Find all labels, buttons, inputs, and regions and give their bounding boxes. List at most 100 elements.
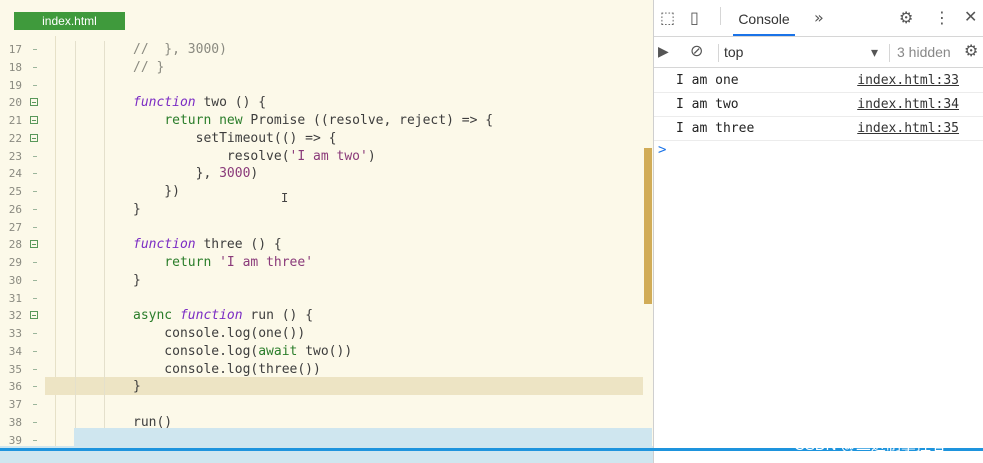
line-number: 37 [8,398,22,411]
indent-guide [75,200,76,219]
line-number: 22 [8,131,22,145]
editor-tab-strip: index.html [0,0,653,36]
fold-toggle-icon[interactable] [30,98,38,107]
indent-guide [75,254,76,272]
code-line[interactable]: 22 setTimeout(() => { [0,129,653,148]
indent-guide [104,342,105,361]
line-number: 23 [8,149,22,163]
inspect-element-icon[interactable]: ⬚ [660,10,675,26]
indent-guide [104,200,105,219]
indent-guide [104,378,105,397]
console-prompt[interactable]: > [658,142,666,158]
tab-console[interactable]: Console [733,0,795,36]
code-line[interactable]: 23 resolve('I am two') [0,147,653,166]
console-settings-gear-icon[interactable]: ⚙ [964,43,978,59]
code-text: async function run () { [133,308,314,324]
code-line[interactable]: 25 }) [0,183,653,201]
indent-guide [75,342,76,361]
scrollbar-thumb[interactable] [644,148,652,304]
code-text: } [133,379,141,395]
settings-gear-icon[interactable]: ⚙ [899,10,913,26]
code-text: console.log(one()) [133,326,306,341]
line-number: 36 [8,380,22,394]
indent-guide [75,378,76,397]
code-line[interactable]: 37 [0,396,653,414]
indent-guide [75,218,76,237]
code-text: }) [133,184,180,199]
console-filter-bar: ▶ ⊘ top ▾ 3 hidden ⚙ [654,37,983,68]
indent-guide [75,76,76,95]
fold-guide-tick [33,421,37,423]
code-line[interactable]: 20 function two () { [0,94,653,113]
indent-guide [75,165,76,184]
toolbar-separator [720,7,721,25]
context-select[interactable]: top ▾ [724,44,884,60]
fold-guide-tick [33,155,37,157]
indent-guide [104,271,105,290]
code-line[interactable]: 30} [0,271,653,290]
fold-guide-tick [33,368,37,370]
code-line[interactable]: 35 console.log(three()) [0,360,653,379]
code-line[interactable]: 26} [0,200,653,219]
indent-guide [75,41,76,59]
fold-guide-tick [33,226,37,228]
line-number: 33 [8,327,22,340]
fold-guide-tick [33,66,37,68]
fold-guide-tick [33,333,37,334]
indent-guide [104,183,105,201]
log-message: I am two [676,97,739,112]
indent-guide [104,289,105,308]
more-options-icon[interactable]: ⋮ [934,10,950,26]
indent-guide [75,289,76,308]
fold-toggle-icon[interactable] [30,116,38,124]
fold-guide-tick [33,49,37,50]
code-editor[interactable]: index.html 17 // }, 3000) 18 // } 19 20 functi… [0,0,653,463]
line-number: 24 [8,167,22,181]
code-line[interactable]: 18 // } [0,58,653,77]
device-toolbar-icon[interactable]: ▯ [690,10,699,26]
more-tabs-chevron-icon[interactable]: » [814,10,824,26]
console-log-row: I am two index.html:34 [654,93,983,117]
log-source-link[interactable]: index.html:33 [857,73,959,88]
log-message: I am three [676,121,755,136]
line-number: 17 [8,43,22,56]
fold-toggle-icon[interactable] [30,311,38,320]
clear-console-icon[interactable]: ⊘ [690,43,703,59]
code-line[interactable]: 21 return new Promise ((resolve, reject)… [0,112,653,130]
fold-guide-tick [33,262,37,263]
code-line[interactable]: 29 return 'I am three' [0,254,653,272]
indent-guide [75,58,76,77]
code-text: // }, 3000) [133,42,227,57]
code-text: } [133,201,141,217]
code-line[interactable]: 19 [0,76,653,95]
code-line[interactable]: 27 [0,218,653,237]
indent-guide [75,396,76,414]
close-icon[interactable]: ✕ [964,9,977,25]
code-text: }, 3000) [133,166,259,182]
log-source-link[interactable]: index.html:34 [857,97,959,112]
code-line[interactable]: 36} [0,378,653,397]
code-line[interactable]: 24 }, 3000) [0,165,653,184]
code-line[interactable]: 17 // }, 3000) [0,41,653,59]
file-tab-index-html[interactable]: index.html [14,12,125,30]
log-source-link[interactable]: index.html:35 [857,121,959,136]
fold-toggle-icon[interactable] [30,240,38,249]
indent-guide [104,325,105,343]
code-line[interactable]: 28 function three () { [0,236,653,255]
fold-guide-tick [33,404,37,405]
code-line[interactable]: 32 async function run () { [0,307,653,326]
fold-toggle-icon[interactable] [30,133,38,142]
console-log-row: I am three index.html:35 [654,117,983,141]
code-line[interactable]: 33 console.log(one()) [0,325,653,343]
hidden-messages-count[interactable]: 3 hidden [897,44,951,60]
code-line[interactable]: 31 [0,289,653,308]
code-line[interactable]: 34 console.log(await two()) [0,342,653,361]
fold-guide-tick [33,208,37,210]
code-text: // } [133,59,165,75]
sidebar-toggle-icon[interactable]: ▶ [658,44,669,60]
indent-guide [75,271,76,290]
line-number: 31 [8,291,22,305]
line-number: 21 [8,114,22,127]
code-text: setTimeout(() => { [133,130,337,146]
log-message: I am one [676,73,739,88]
